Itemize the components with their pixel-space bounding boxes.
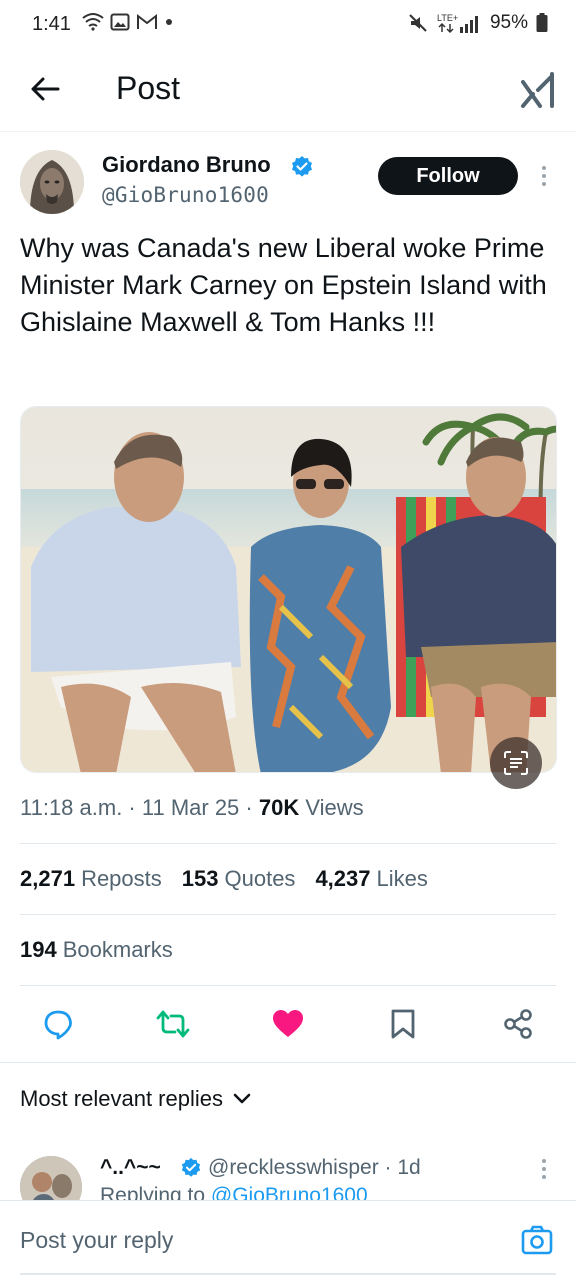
quotes-label: Quotes xyxy=(224,866,296,891)
reply-avatar[interactable] xyxy=(20,1156,82,1200)
reply-item[interactable]: ^..^~~ @recklesswhisper · 1d Replying to… xyxy=(0,1150,576,1200)
bookmarks-count: 194 xyxy=(20,937,57,962)
avatar-portrait-icon xyxy=(20,150,84,214)
mute-icon xyxy=(409,14,427,32)
quotes-stat[interactable]: 153 Quotes xyxy=(182,866,296,892)
share-nodes-icon xyxy=(504,1009,532,1039)
chevron-down-icon xyxy=(233,1093,251,1104)
reposts-stat[interactable]: 2,271 Reposts xyxy=(20,866,162,892)
status-bar: 1:41 LTE+ 95% xyxy=(0,0,576,50)
reply-avatar-photo-icon xyxy=(20,1156,82,1200)
reply-composer: Post your reply xyxy=(0,1200,576,1280)
bookmark-button[interactable] xyxy=(383,1004,423,1044)
wifi-question-icon xyxy=(82,13,104,31)
section-divider xyxy=(0,1062,576,1063)
battery-percent: 95% xyxy=(489,12,528,33)
scan-text-icon xyxy=(504,751,528,775)
more-options-icon[interactable] xyxy=(536,164,552,188)
divider xyxy=(20,985,556,986)
repost-icon xyxy=(156,1010,190,1038)
replying-to-prefix: Replying to xyxy=(100,1184,211,1200)
replying-to: Replying to @GioBruno1600 xyxy=(100,1184,368,1200)
back-arrow-icon[interactable] xyxy=(28,72,62,106)
divider xyxy=(20,914,556,915)
follow-button[interactable]: Follow xyxy=(378,157,518,195)
likes-label: Likes xyxy=(376,866,428,891)
heart-filled-icon xyxy=(273,1010,303,1037)
verified-badge-icon xyxy=(292,156,312,177)
grok-icon[interactable] xyxy=(520,70,556,110)
bookmark-icon xyxy=(391,1009,415,1039)
gallery-icon xyxy=(110,13,130,31)
author-name[interactable]: Giordano Bruno xyxy=(102,152,271,178)
divider xyxy=(20,843,556,844)
lte-signal-icon: LTE+ xyxy=(437,13,478,34)
likes-count: 4,237 xyxy=(315,866,371,891)
dot-icon xyxy=(166,19,172,25)
post-timestamp-views: 11:18 a.m. · 11 Mar 25 · 70K Views xyxy=(20,795,364,821)
reply-more-options-icon[interactable] xyxy=(536,1158,552,1180)
repost-button[interactable] xyxy=(153,1004,193,1044)
views-count: 70K xyxy=(258,795,300,820)
bookmarks-stat[interactable]: 194 Bookmarks xyxy=(20,937,173,963)
replying-to-handle[interactable]: @GioBruno1600 xyxy=(211,1184,368,1200)
reply-input[interactable]: Post your reply xyxy=(20,1227,173,1254)
author-handle[interactable]: @GioBruno1600 xyxy=(102,183,269,207)
gmail-icon xyxy=(137,13,157,29)
share-button[interactable] xyxy=(498,1004,538,1044)
status-right-icons: LTE+ 95% xyxy=(408,12,548,34)
status-time: 1:41 xyxy=(32,13,71,35)
engagement-stats: 2,271 Reposts 153 Quotes 4,237 Likes xyxy=(20,866,428,892)
status-left-icons xyxy=(82,12,174,32)
camera-icon[interactable] xyxy=(520,1223,554,1257)
views-label: Views xyxy=(299,795,364,820)
likes-stat[interactable]: 4,237 Likes xyxy=(315,866,427,892)
app-header: Post xyxy=(0,50,576,132)
quotes-count: 153 xyxy=(181,866,219,891)
post-timestamp: 11:18 a.m. · 11 Mar 25 · xyxy=(20,795,259,820)
page-title: Post xyxy=(116,70,181,106)
reply-author-name[interactable]: ^..^~~ xyxy=(100,1156,161,1180)
image-text-scan-button[interactable] xyxy=(490,737,542,789)
bookmarks-label: Bookmarks xyxy=(62,937,173,962)
verified-badge-icon xyxy=(181,1157,201,1177)
reposts-label: Reposts xyxy=(81,866,162,891)
author-avatar[interactable] xyxy=(20,150,84,214)
post-actions xyxy=(0,1004,576,1044)
reposts-count: 2,271 xyxy=(20,866,76,891)
post-text: Why was Canada's new Liberal woke Prime … xyxy=(20,233,547,337)
replies-sort-dropdown[interactable]: Most relevant replies xyxy=(20,1086,251,1112)
replies-sort-label: Most relevant replies xyxy=(20,1086,223,1111)
reply-button[interactable] xyxy=(38,1004,78,1044)
reply-bubble-icon xyxy=(44,1010,72,1040)
like-button[interactable] xyxy=(268,1004,308,1044)
reply-author-handle[interactable]: @recklesswhisper · 1d xyxy=(208,1156,421,1180)
post-image[interactable] xyxy=(20,406,557,773)
svg-text:LTE+: LTE+ xyxy=(437,13,458,23)
composer-underline xyxy=(20,1273,556,1275)
battery-icon xyxy=(536,13,548,32)
beach-photo-illustration xyxy=(21,407,556,772)
